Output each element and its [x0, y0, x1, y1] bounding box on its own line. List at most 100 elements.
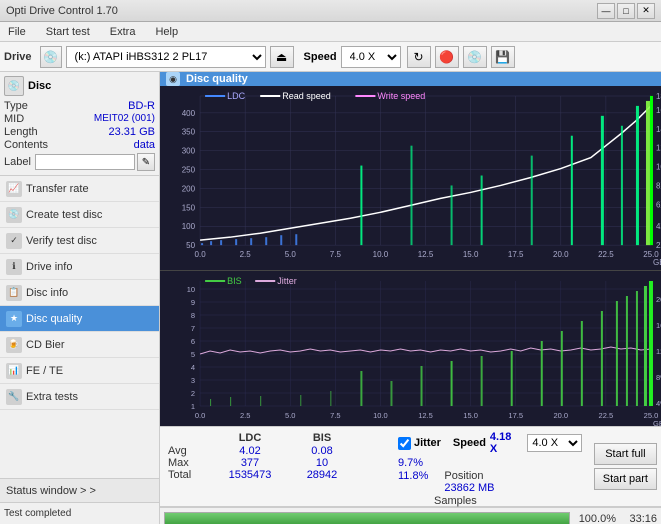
avg-bis: 0.08	[292, 445, 352, 457]
svg-text:2X: 2X	[656, 241, 661, 250]
svg-text:50: 50	[186, 241, 195, 250]
status-label: Test completed	[4, 508, 71, 519]
svg-text:12.5: 12.5	[418, 411, 433, 420]
menu-help[interactable]: Help	[151, 24, 182, 40]
save-button[interactable]: 💾	[491, 46, 515, 68]
sidebar-item-label: Extra tests	[26, 391, 78, 403]
window-controls: — □ ✕	[597, 3, 655, 19]
max-jitter: 11.8%	[398, 470, 428, 482]
chart-panel: ◉ Disc quality	[160, 72, 661, 524]
start-full-button[interactable]: Start full	[594, 443, 657, 465]
max-label: Max	[168, 457, 208, 469]
sidebar-item-cd-bier[interactable]: 🍺 CD Bier	[0, 332, 159, 358]
contents-value: data	[134, 139, 155, 151]
maximize-button[interactable]: □	[617, 3, 635, 19]
svg-text:20.0: 20.0	[553, 411, 568, 420]
fe-te-icon: 📊	[6, 363, 22, 379]
sidebar-item-fe-te[interactable]: 📊 FE / TE	[0, 358, 159, 384]
label-label: Label	[4, 156, 31, 168]
svg-text:16X: 16X	[656, 106, 661, 115]
drive-icon-button[interactable]: 💿	[40, 46, 62, 68]
svg-text:4X: 4X	[656, 222, 661, 231]
svg-text:10.0: 10.0	[373, 250, 389, 259]
cd-bier-icon: 🍺	[6, 337, 22, 353]
menu-file[interactable]: File	[4, 24, 30, 40]
svg-text:6: 6	[191, 337, 195, 346]
status-window-button[interactable]: Status window > >	[0, 478, 159, 502]
close-button[interactable]: ✕	[637, 3, 655, 19]
sidebar-item-extra-tests[interactable]: 🔧 Extra tests	[0, 384, 159, 410]
upper-chart: 50 100 150 200 250 300 350 400 2X 4X 6X …	[160, 86, 661, 271]
svg-text:300: 300	[182, 147, 196, 156]
chart-title: Disc quality	[186, 73, 248, 85]
svg-text:18X: 18X	[656, 92, 661, 101]
speed-inline-select[interactable]: 4.0 X	[527, 434, 581, 452]
sidebar-nav: 📈 Transfer rate 💿 Create test disc ✓ Ver…	[0, 176, 159, 478]
create-test-disc-icon: 💿	[6, 207, 22, 223]
length-label: Length	[4, 126, 38, 138]
svg-text:200: 200	[182, 184, 196, 193]
samples-label: Samples	[434, 495, 477, 507]
sidebar-item-label: Transfer rate	[26, 183, 89, 195]
svg-text:9: 9	[191, 298, 195, 307]
sidebar-item-drive-info[interactable]: ℹ Drive info	[0, 254, 159, 280]
svg-text:100: 100	[182, 222, 196, 231]
mid-label: MID	[4, 113, 24, 125]
total-ldc: 1535473	[208, 469, 292, 481]
jitter-checkbox[interactable]	[398, 437, 411, 450]
svg-text:0.0: 0.0	[195, 411, 205, 420]
app-title: Opti Drive Control 1.70	[6, 5, 118, 17]
svg-text:10.0: 10.0	[373, 411, 388, 420]
sidebar-item-verify-test-disc[interactable]: ✓ Verify test disc	[0, 228, 159, 254]
minimize-button[interactable]: —	[597, 3, 615, 19]
refresh-button[interactable]: ↻	[407, 46, 431, 68]
upper-chart-svg: 50 100 150 200 250 300 350 400 2X 4X 6X …	[160, 86, 661, 270]
svg-text:17.5: 17.5	[508, 411, 523, 420]
eject-button[interactable]: ⏏	[270, 46, 294, 68]
avg-label: Avg	[168, 445, 208, 457]
menu-start-test[interactable]: Start test	[42, 24, 94, 40]
sidebar: 💿 Disc Type BD-R MID MEIT02 (001) Length…	[0, 72, 160, 524]
progress-bar-row: 100.0% 33:16	[160, 507, 661, 524]
sidebar-item-transfer-rate[interactable]: 📈 Transfer rate	[0, 176, 159, 202]
svg-text:5: 5	[191, 350, 195, 359]
speed-select[interactable]: 4.0 X 2.0 X	[341, 46, 401, 68]
svg-text:22.5: 22.5	[598, 250, 614, 259]
svg-text:8%: 8%	[656, 373, 661, 382]
svg-text:12%: 12%	[656, 347, 661, 356]
speed-label: Speed	[304, 51, 337, 63]
menu-extra[interactable]: Extra	[106, 24, 140, 40]
burn-button[interactable]: 🔴	[435, 46, 459, 68]
start-part-button[interactable]: Start part	[594, 468, 657, 490]
avg-jitter: 9.7%	[398, 457, 423, 469]
jitter-speed-area: Jitter Speed 4.18 X 4.0 X 9.7% 11.8%	[390, 427, 590, 506]
svg-text:GB: GB	[653, 419, 661, 426]
disc-section-icon: 💿	[4, 76, 24, 96]
status-window-label: Status window > >	[6, 485, 96, 497]
speed-inline-label: Speed	[453, 437, 486, 449]
drive-label: Drive	[4, 51, 32, 63]
sidebar-item-disc-quality[interactable]: ★ Disc quality	[0, 306, 159, 332]
svg-text:2.5: 2.5	[240, 411, 250, 420]
main-content: 💿 Disc Type BD-R MID MEIT02 (001) Length…	[0, 72, 661, 524]
svg-text:17.5: 17.5	[508, 250, 524, 259]
drive-select[interactable]: (k:) ATAPI iHBS312 2 PL17	[66, 46, 266, 68]
jitter-label: Jitter	[414, 437, 441, 449]
svg-text:2: 2	[191, 389, 195, 398]
sidebar-item-label: CD Bier	[26, 339, 65, 351]
sidebar-item-disc-info[interactable]: 📋 Disc info	[0, 280, 159, 306]
svg-text:15.0: 15.0	[463, 411, 478, 420]
length-value: 23.31 GB	[109, 126, 155, 138]
disc-button[interactable]: 💿	[463, 46, 487, 68]
sidebar-item-create-test-disc[interactable]: 💿 Create test disc	[0, 202, 159, 228]
svg-text:22.5: 22.5	[599, 411, 614, 420]
svg-text:10X: 10X	[656, 163, 661, 172]
lower-chart-svg: 1 2 3 4 5 6 7 8 9 10 4% 8% 12% 16% 20% 0…	[160, 271, 661, 426]
label-edit-button[interactable]: ✎	[137, 153, 155, 171]
contents-label: Contents	[4, 139, 48, 151]
svg-text:350: 350	[182, 128, 196, 137]
max-bis: 10	[292, 457, 352, 469]
label-input[interactable]	[35, 154, 135, 170]
menubar: File Start test Extra Help	[0, 22, 661, 42]
svg-text:7.5: 7.5	[330, 250, 342, 259]
